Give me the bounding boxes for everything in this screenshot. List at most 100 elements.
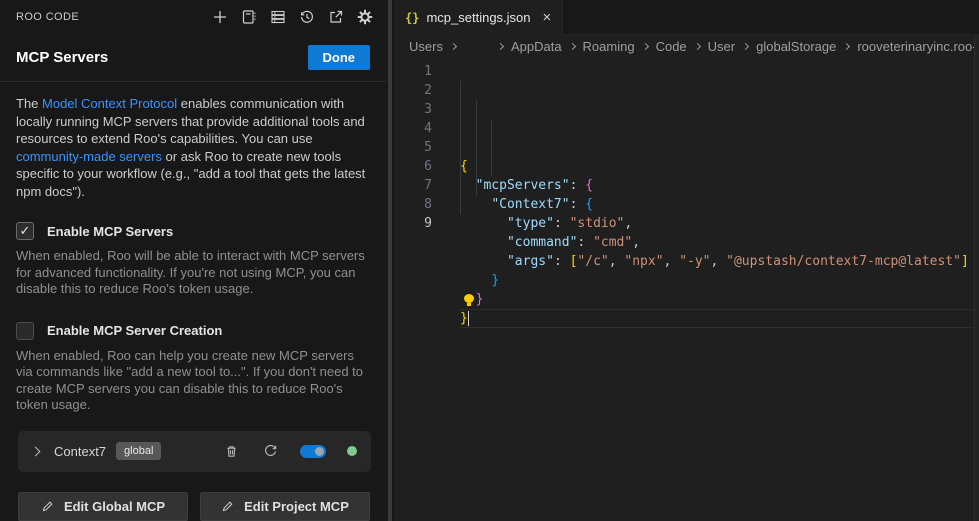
page-title: MCP Servers [16,49,108,66]
code-token: , [711,254,727,269]
edit-global-mcp-label: Edit Global MCP [64,499,165,514]
pencil-icon [41,500,54,513]
refresh-icon[interactable] [261,442,279,460]
breadcrumb-item[interactable]: Users [409,39,443,54]
model-context-protocol-link[interactable]: Model Context Protocol [42,96,177,111]
plus-icon[interactable] [211,8,229,26]
json-file-icon: {} [405,11,419,25]
edit-buttons-row: Edit Global MCP Edit Project MCP [18,492,370,521]
code-token: : [570,197,586,212]
server-row-actions [222,442,357,460]
code-line[interactable]: { [460,157,979,176]
lightbulb-icon[interactable] [464,294,474,303]
history-icon[interactable] [298,8,316,26]
code-token [460,216,507,231]
code-token: } [491,273,499,288]
breadcrumb-item[interactable]: rooveterinaryinc.roo-cli [857,39,979,54]
notebook-icon[interactable] [240,8,258,26]
code-line[interactable]: "args": ["/c", "npx", "-y", "@upstash/co… [460,252,979,271]
divider [0,81,386,82]
line-number: 4 [394,119,432,138]
tab-mcp-settings-json[interactable]: {} mcp_settings.json × [394,0,563,35]
chevron-right-icon[interactable] [31,446,41,456]
trash-icon[interactable] [222,442,240,460]
code-token: , [664,254,680,269]
text-cursor [468,311,470,326]
breadcrumb-item[interactable]: User [708,39,735,54]
enable-mcp-creation-checkbox[interactable] [16,322,34,340]
code-token: "npx" [624,254,663,269]
mcp-servers-icon[interactable] [269,8,287,26]
code-token: , [632,235,640,250]
line-number: 5 [394,138,432,157]
code-token [460,178,476,193]
editor-scrollbar[interactable] [974,35,979,521]
line-number: 7 [394,176,432,195]
code-token: "mcpServers" [476,178,570,193]
toggle-switch[interactable] [300,445,326,458]
breadcrumb-item[interactable]: Roaming [583,39,635,54]
line-number: 9 [394,214,432,233]
edit-project-mcp-button[interactable]: Edit Project MCP [200,492,370,521]
enable-mcp-servers-checkbox[interactable] [16,222,34,240]
open-external-icon[interactable] [327,8,345,26]
enable-mcp-creation-label: Enable MCP Server Creation [47,323,222,338]
breadcrumb-item[interactable]: globalStorage [756,39,836,54]
done-button[interactable]: Done [308,45,371,70]
code-line[interactable]: "command": "cmd", [460,233,979,252]
breadcrumb-separator-icon [843,42,850,49]
panel-scrollbar[interactable] [386,0,394,521]
gear-icon[interactable] [356,8,374,26]
code-token: "command" [507,235,577,250]
code-token: { [460,159,468,174]
line-number: 1 [394,62,432,81]
vscode-window: ROO CODE [0,0,979,521]
enable-mcp-creation-section: Enable MCP Server Creation When enabled,… [16,322,370,414]
enable-mcp-servers-section: Enable MCP Servers When enabled, Roo wil… [16,222,370,298]
community-made-servers-link[interactable]: community-made servers [16,149,162,164]
code-token: "/c" [577,254,608,269]
editor-group: {} mcp_settings.json × Users AppData Roami… [394,0,979,521]
code-line[interactable]: } [460,309,979,328]
enable-mcp-servers-row[interactable]: Enable MCP Servers [16,222,370,240]
code-token: "-y" [679,254,710,269]
line-number: 2 [394,81,432,100]
close-icon[interactable]: × [543,10,552,25]
line-number: 3 [394,100,432,119]
code-token: } [460,311,468,326]
code-token [460,273,491,288]
code-line[interactable]: } [460,290,979,309]
panel-actions [211,8,374,26]
edit-global-mcp-button[interactable]: Edit Global MCP [18,492,188,521]
breadcrumb-item[interactable]: Code [656,39,687,54]
code-token: : [570,178,586,193]
breadcrumb-separator-icon [742,42,749,49]
code-line[interactable]: "mcpServers": { [460,176,979,195]
code-token: "stdio" [570,216,625,231]
server-row-context7: Context7 global [18,431,371,472]
breadcrumb-separator-icon [497,42,504,49]
enable-mcp-servers-description: When enabled, Roo will be able to intera… [16,248,370,298]
code-token [460,235,507,250]
code-line[interactable]: "type": "stdio", [460,214,979,233]
code-token: : [554,254,570,269]
breadcrumb-separator-icon [450,42,457,49]
code-line[interactable]: } [460,271,979,290]
code-token: "cmd" [593,235,632,250]
pencil-icon [221,500,234,513]
code-token: : [554,216,570,231]
code-token: : [577,235,593,250]
enable-mcp-creation-row[interactable]: Enable MCP Server Creation [16,322,370,340]
code-token: , [609,254,625,269]
panel-title: ROO CODE [16,11,79,23]
code-line[interactable]: "Context7": { [460,195,979,214]
code-token: { [585,197,593,212]
line-number: 8 [394,195,432,214]
code-area[interactable]: 123456789 { "mcpServers": { "Context7": … [394,57,979,328]
breadcrumb-item[interactable]: AppData [511,39,562,54]
code-token: "@upstash/context7-mcp@latest" [726,254,961,269]
breadcrumb: Users AppData Roaming Code User globalStorage… [394,35,979,57]
code-lines[interactable]: { "mcpServers": { "Context7": { "type": … [432,62,979,328]
code-token: { [585,178,593,193]
tab-label: mcp_settings.json [426,10,530,25]
